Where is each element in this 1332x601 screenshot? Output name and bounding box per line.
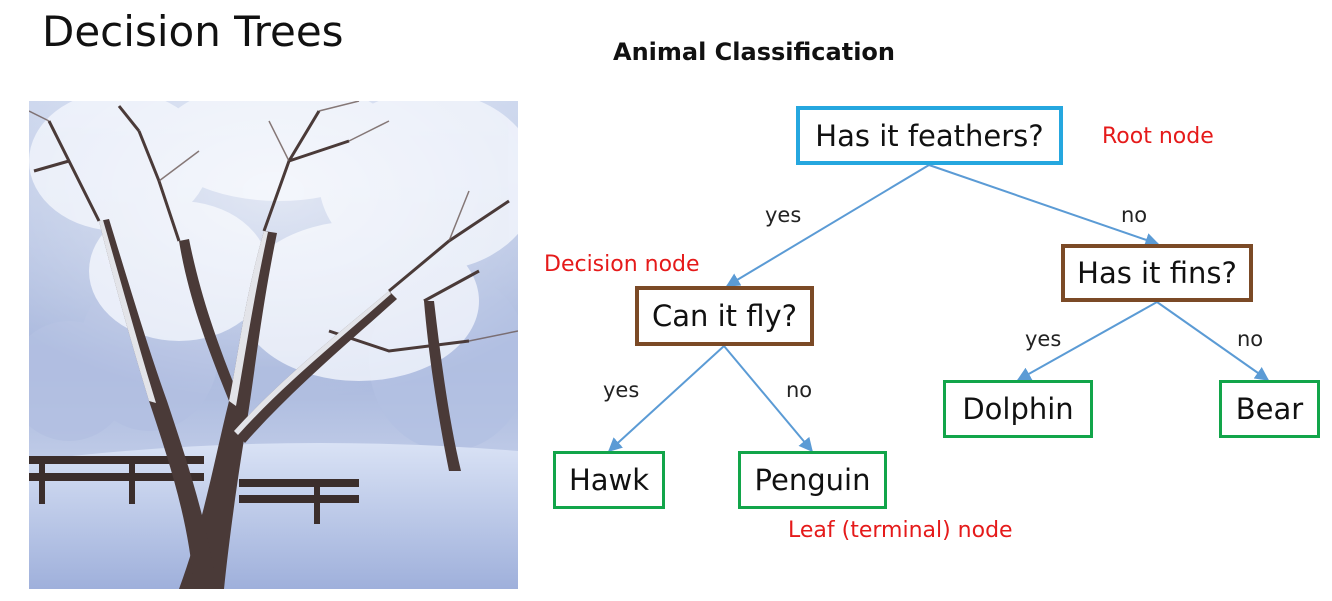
edge-label-fly-yes: yes	[603, 378, 640, 402]
edge-label-fins-no: no	[1237, 327, 1264, 351]
edge-label-root-no: no	[1121, 203, 1148, 227]
leaf-node-dolphin-label: Dolphin	[962, 392, 1074, 426]
decision-node-fly-label: Can it fly?	[651, 299, 798, 333]
root-node-label: Has it feathers?	[815, 118, 1044, 153]
leaf-node-bear: Bear	[1219, 380, 1320, 438]
diagram-title: Animal Classification	[613, 38, 895, 66]
leaf-node-penguin-label: Penguin	[754, 463, 871, 497]
annotation-leaf-node: Leaf (terminal) node	[788, 518, 1013, 543]
edge-root-yes	[725, 164, 930, 287]
leaf-node-penguin: Penguin	[738, 451, 887, 509]
leaf-node-hawk: Hawk	[553, 451, 665, 509]
decision-node-fins: Has it fins?	[1061, 244, 1253, 302]
decision-node-fly: Can it fly?	[635, 286, 814, 346]
leaf-node-hawk-label: Hawk	[568, 463, 650, 497]
root-node: Has it feathers?	[796, 106, 1063, 165]
annotation-root-node: Root node	[1102, 124, 1214, 149]
edge-label-fins-yes: yes	[1025, 327, 1062, 351]
leaf-node-bear-label: Bear	[1235, 392, 1304, 426]
annotation-decision-node: Decision node	[544, 252, 700, 277]
decision-node-fins-label: Has it fins?	[1077, 256, 1237, 290]
edge-label-fly-no: no	[786, 378, 813, 402]
leaf-node-dolphin: Dolphin	[943, 380, 1093, 438]
edge-label-root-yes: yes	[765, 203, 802, 227]
